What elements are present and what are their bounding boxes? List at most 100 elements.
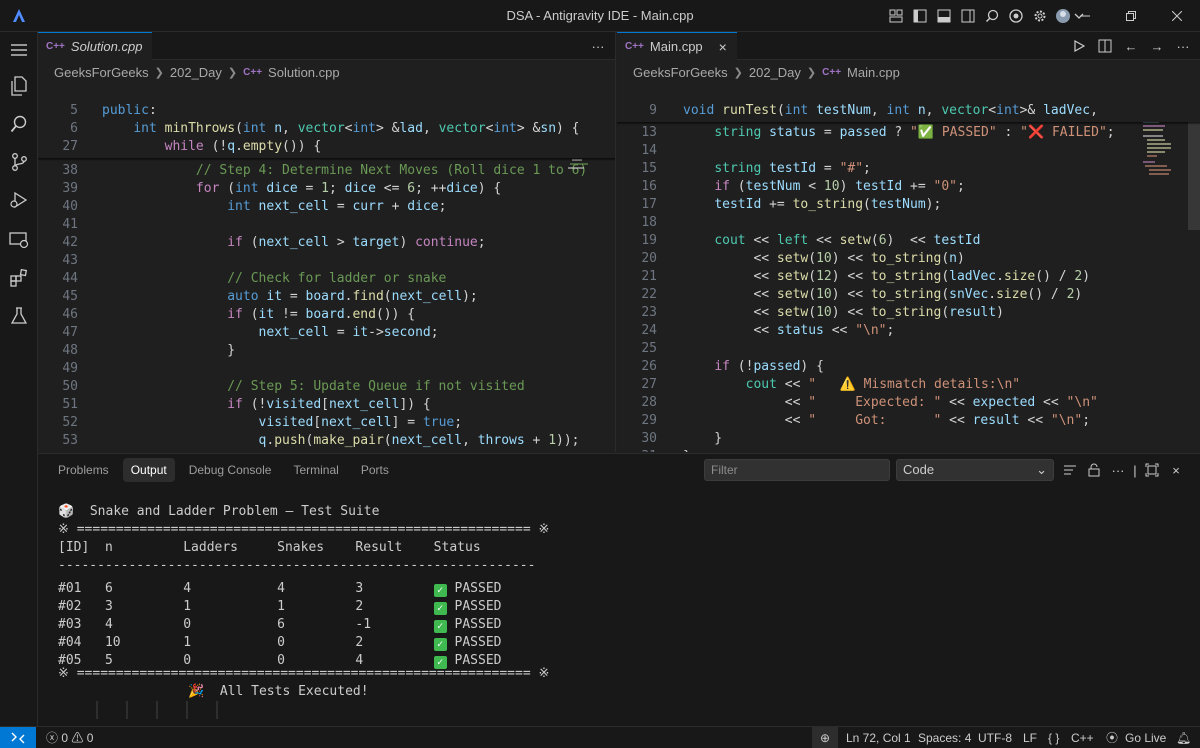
code-line[interactable]: 27 cout << " ⚠️ Mismatch details:\n" <box>617 376 1200 394</box>
breadcrumb-folder[interactable]: GeeksForGeeks <box>633 65 728 80</box>
tab-debug-console[interactable]: Debug Console <box>181 458 280 482</box>
code-line[interactable]: 31} <box>617 448 1200 452</box>
code-line[interactable]: 47 next_cell = it->second; <box>38 324 615 342</box>
minimize-icon[interactable] <box>1062 0 1108 32</box>
code-line[interactable]: 25 <box>617 340 1200 358</box>
go-live-button[interactable]: Go Live <box>1125 727 1166 748</box>
tab-ports[interactable]: Ports <box>353 458 397 482</box>
code-line[interactable]: 13 string status = passed ? "✅ PASSED" :… <box>617 124 1200 142</box>
toggle-panel-icon[interactable] <box>932 6 956 26</box>
code-line[interactable]: 24 << status << "\n"; <box>617 322 1200 340</box>
run-icon[interactable] <box>1068 36 1090 56</box>
sticky-scroll[interactable]: 5 public: 6 int minThrows(int n, vector<in… <box>38 102 615 158</box>
sticky-scroll[interactable]: 9 void runTest(int testNum, int n, vector… <box>617 102 1200 122</box>
code-line[interactable]: 30 } <box>617 430 1200 448</box>
code-line[interactable]: 38 // Step 4: Determine Next Moves (Roll… <box>38 162 615 180</box>
code-line[interactable]: 48 } <box>38 342 615 360</box>
source-control-icon[interactable] <box>0 144 38 180</box>
tab-terminal[interactable]: Terminal <box>285 458 346 482</box>
sticky-line[interactable]: 9 void runTest(int testNum, int n, vector… <box>617 102 1200 120</box>
code-line[interactable]: 41 <box>38 216 615 234</box>
go-back-icon[interactable]: ← <box>1120 36 1142 56</box>
browser-icon[interactable] <box>1004 6 1028 26</box>
more-actions-icon[interactable]: ··· <box>1106 459 1130 481</box>
code-line[interactable]: 46 if (it != board.end()) { <box>38 306 615 324</box>
code-line[interactable]: 52 visited[next_cell] = true; <box>38 414 615 432</box>
problems-indicator[interactable]: ⓧ 0 ⚠ 0 <box>46 727 93 748</box>
code-line[interactable]: 26 if (!passed) { <box>617 358 1200 376</box>
code-line[interactable]: 29 << " Got: " << result << "\n"; <box>617 412 1200 430</box>
search-view-icon[interactable] <box>0 106 38 142</box>
maximize-panel-icon[interactable] <box>1140 459 1164 481</box>
more-actions-icon[interactable]: ··· <box>587 36 609 56</box>
explorer-icon[interactable] <box>0 68 38 104</box>
tab-solution-cpp[interactable]: C++ Solution.cpp <box>38 32 153 60</box>
code-line[interactable]: 50 // Step 5: Update Queue if not visite… <box>38 378 615 396</box>
more-actions-icon[interactable]: ··· <box>1172 36 1194 56</box>
code-line[interactable]: 20 << setw(10) << to_string(n) <box>617 250 1200 268</box>
breadcrumb-folder[interactable]: 202_Day <box>170 65 222 80</box>
code-line[interactable]: 14 <box>617 142 1200 160</box>
clear-output-icon[interactable] <box>1058 459 1082 481</box>
code-line[interactable]: 15 string testId = "#"; <box>617 160 1200 178</box>
sticky-line[interactable]: 6 int minThrows(int n, vector<int> &lad,… <box>38 120 615 138</box>
output-filter-input[interactable] <box>704 459 890 481</box>
code-line[interactable]: 19 cout << left << setw(6) << testId <box>617 232 1200 250</box>
language-mode[interactable]: C++ <box>1071 727 1094 748</box>
indentation[interactable]: Spaces: 4 <box>918 727 971 748</box>
breadcrumb-file[interactable]: Solution.cpp <box>268 65 340 80</box>
gear-icon[interactable] <box>1028 6 1052 26</box>
code-line[interactable]: 28 << " Expected: " << expected << "\n" <box>617 394 1200 412</box>
code-line[interactable]: 17 testId += to_string(testNum); <box>617 196 1200 214</box>
search-icon[interactable] <box>980 6 1004 26</box>
line-ending[interactable]: LF <box>1023 727 1037 748</box>
code-editor[interactable]: 9 void runTest(int testNum, int n, vector… <box>617 102 1200 452</box>
cursor-position[interactable]: Ln 72, Col 1 <box>846 727 911 748</box>
code-line[interactable]: 21 << setw(12) << to_string(ladVec.size(… <box>617 268 1200 286</box>
encoding[interactable]: UTF-8 <box>978 727 1012 748</box>
sticky-line[interactable]: 27 while (!q.empty()) { <box>38 138 615 156</box>
toggle-secondary-sidebar-icon[interactable] <box>956 6 980 26</box>
breadcrumb-folder[interactable]: 202_Day <box>749 65 801 80</box>
code-line[interactable]: 54 } <box>38 450 615 452</box>
tab-problems[interactable]: Problems <box>50 458 117 482</box>
code-line[interactable]: 53 q.push(make_pair(next_cell, throws + … <box>38 432 615 450</box>
testing-flask-icon[interactable] <box>0 298 38 334</box>
code-line[interactable]: 18 <box>617 214 1200 232</box>
restore-icon[interactable] <box>1108 0 1154 32</box>
vertical-scrollbar[interactable] <box>1188 110 1200 230</box>
code-line[interactable]: 16 if (testNum < 10) testId += "0"; <box>617 178 1200 196</box>
remote-indicator-icon[interactable] <box>0 727 36 748</box>
output-channel-select[interactable]: Code ⌄ <box>896 459 1054 481</box>
notifications-bell-icon[interactable]: 🔔︎ <box>1176 727 1191 748</box>
code-line[interactable]: 49 <box>38 360 615 378</box>
layout-icon[interactable] <box>884 6 908 26</box>
menu-icon[interactable] <box>0 32 38 68</box>
code-line[interactable]: 51 if (!visited[next_cell]) { <box>38 396 615 414</box>
code-editor[interactable]: 5 public: 6 int minThrows(int n, vector<in… <box>38 102 615 452</box>
code-line[interactable]: 23 << setw(10) << to_string(result) <box>617 304 1200 322</box>
code-line[interactable]: 40 int next_cell = curr + dice; <box>38 198 615 216</box>
split-editor-icon[interactable] <box>1094 36 1116 56</box>
zoom-icon[interactable]: ⊕ <box>812 727 838 748</box>
tab-output[interactable]: Output <box>122 458 175 482</box>
code-line[interactable]: 39 for (int dice = 1; dice <= 6; ++dice)… <box>38 180 615 198</box>
breadcrumb-folder[interactable]: GeeksForGeeks <box>54 65 149 80</box>
close-panel-icon[interactable]: × <box>1164 459 1188 481</box>
sticky-line[interactable]: 5 public: <box>38 102 615 120</box>
code-line[interactable]: 22 << setw(10) << to_string(snVec.size()… <box>617 286 1200 304</box>
extensions-icon[interactable] <box>0 260 38 296</box>
close-tab-icon[interactable]: × <box>719 39 727 55</box>
code-line[interactable]: 43 <box>38 252 615 270</box>
tab-main-cpp[interactable]: C++ Main.cpp × <box>617 32 737 60</box>
lock-scroll-icon[interactable] <box>1082 459 1106 481</box>
close-icon[interactable] <box>1154 0 1200 32</box>
run-debug-icon[interactable] <box>0 182 38 218</box>
code-line[interactable]: 42 if (next_cell > target) continue; <box>38 234 615 252</box>
go-forward-icon[interactable]: → <box>1146 36 1168 56</box>
code-line[interactable]: 44 // Check for ladder or snake <box>38 270 615 288</box>
breadcrumb-file[interactable]: Main.cpp <box>847 65 900 80</box>
remote-explorer-icon[interactable] <box>0 222 38 258</box>
code-line[interactable]: 45 auto it = board.find(next_cell); <box>38 288 615 306</box>
toggle-sidebar-icon[interactable] <box>908 6 932 26</box>
